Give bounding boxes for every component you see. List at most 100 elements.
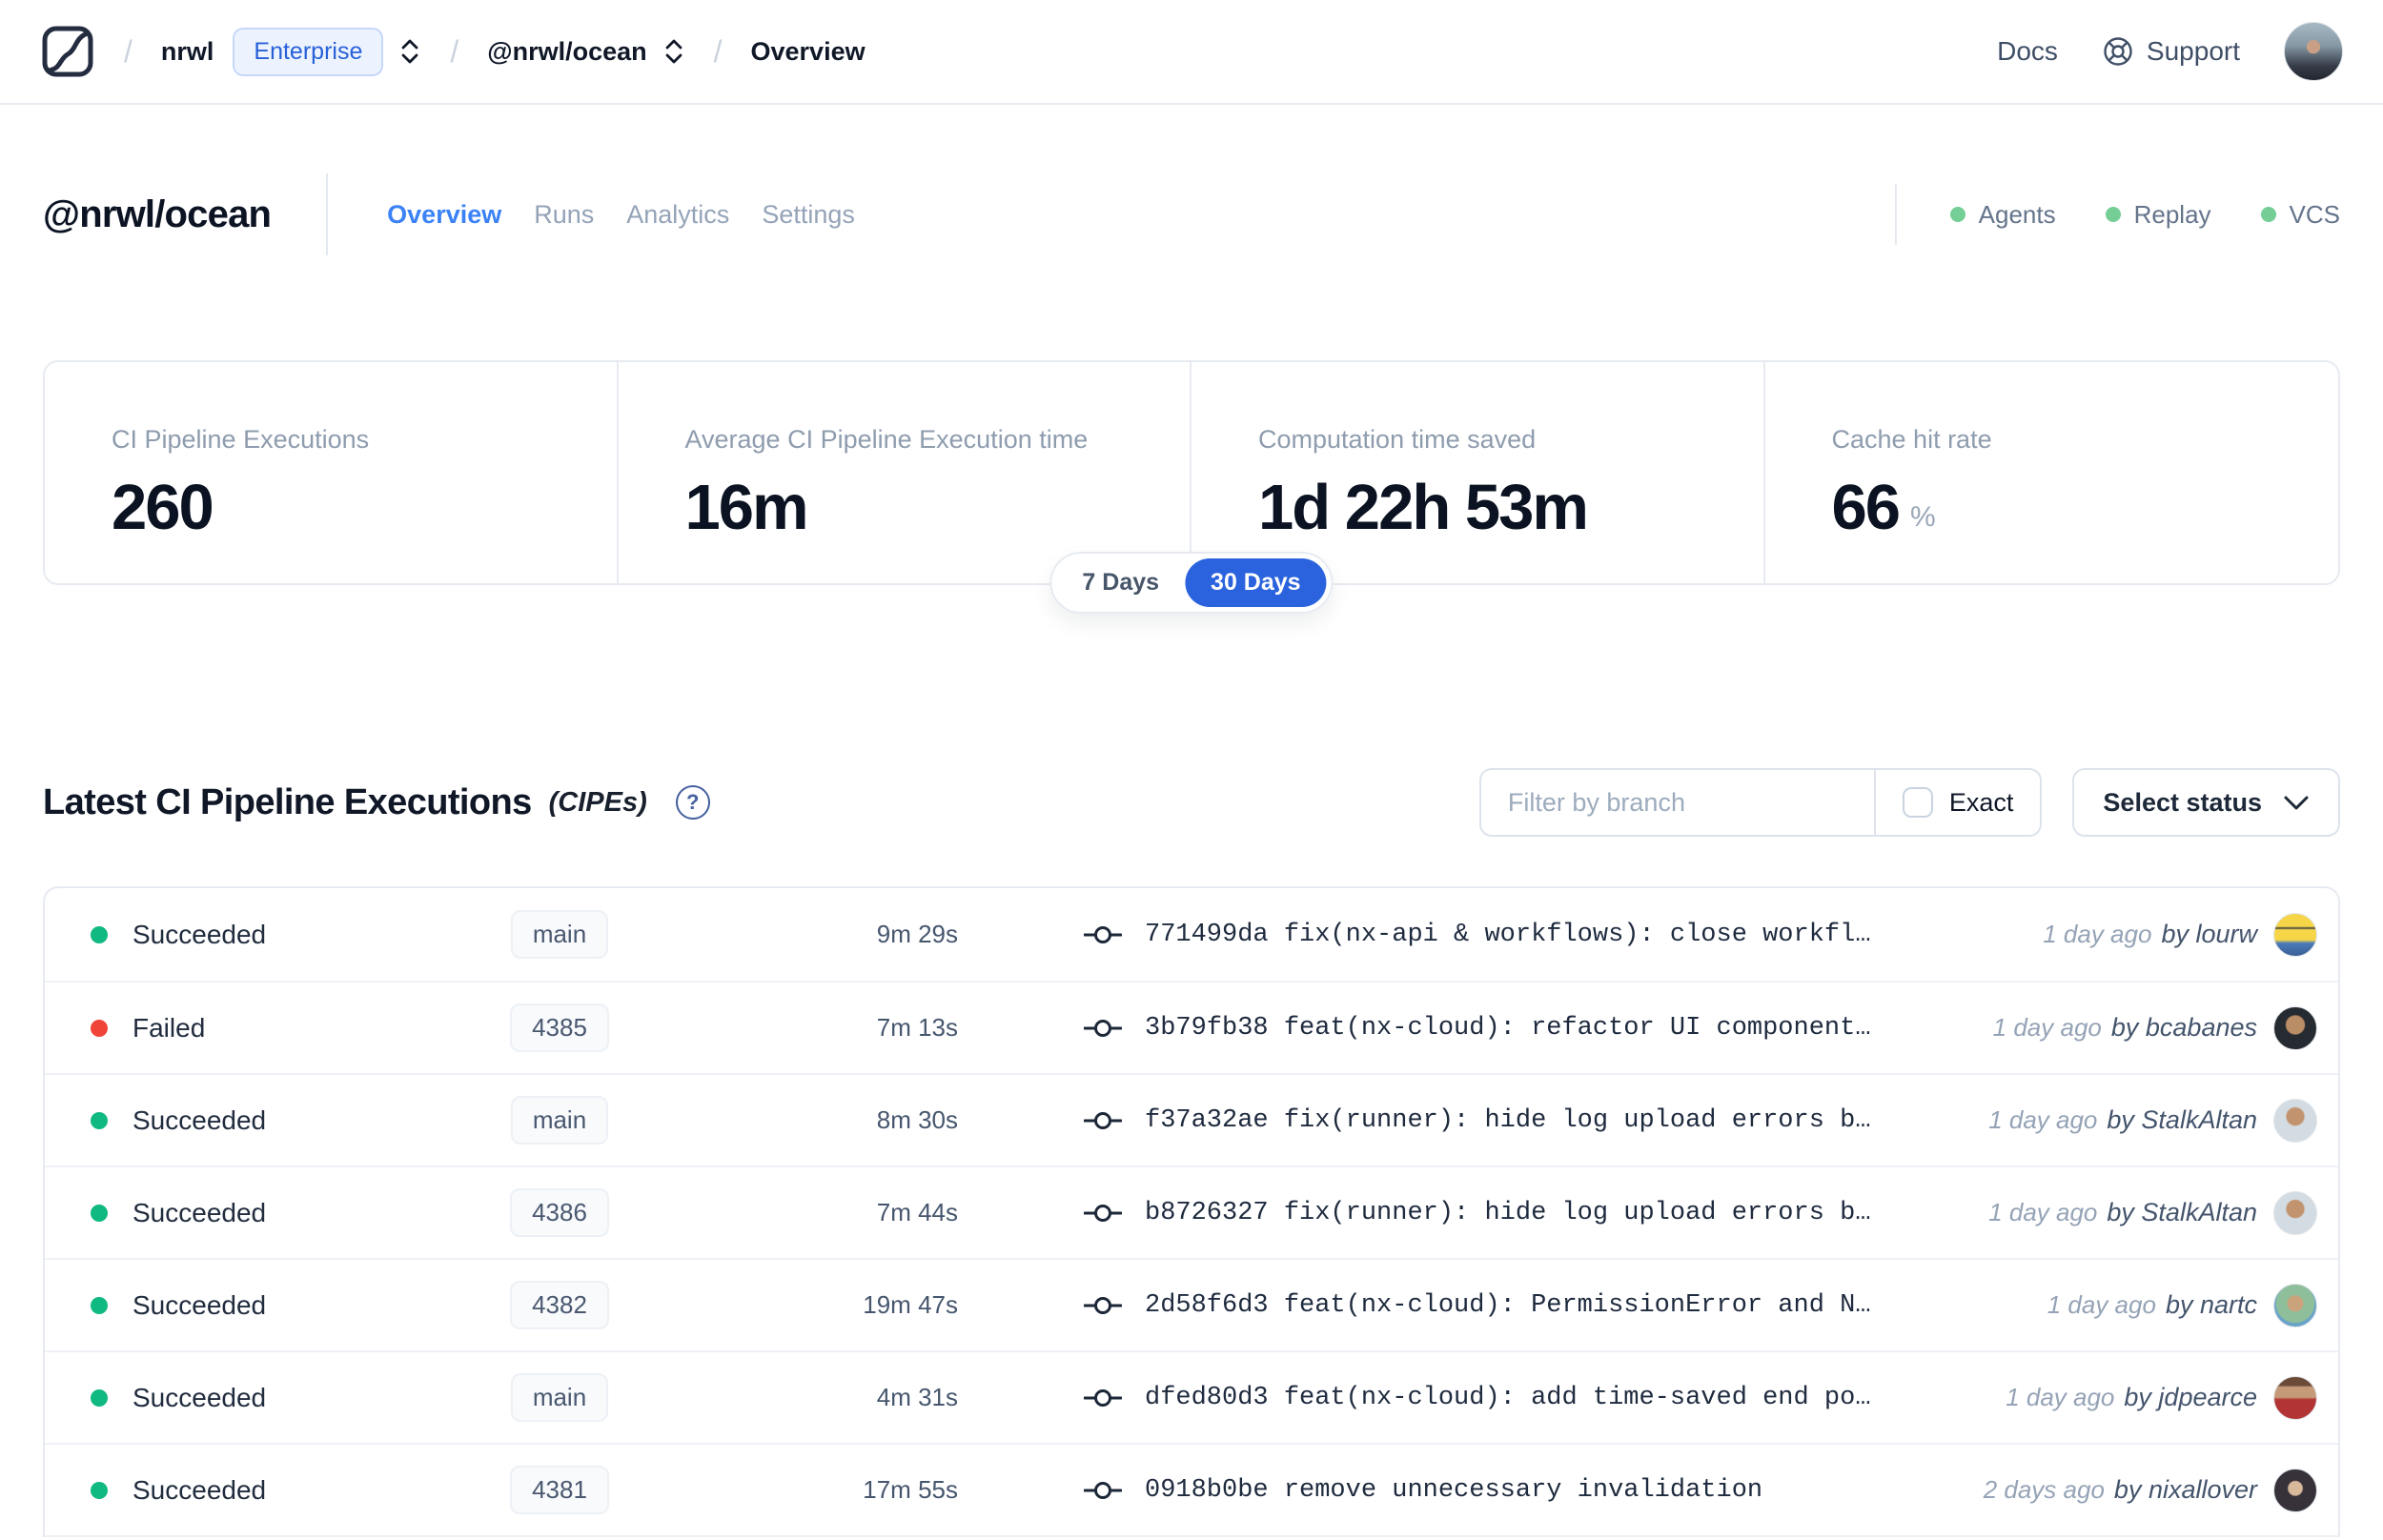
tab-settings[interactable]: Settings	[762, 200, 855, 230]
support-link[interactable]: Support	[2102, 35, 2240, 68]
stat-label: CI Pipeline Executions	[112, 425, 370, 454]
meta-cell: 1 day ago by StalkAltan	[1988, 1190, 2317, 1235]
status-label: Failed	[132, 1012, 206, 1043]
git-commit-icon	[1084, 1019, 1122, 1037]
author-avatar	[2273, 912, 2317, 957]
enterprise-badge[interactable]: Enterprise	[233, 27, 384, 76]
commit-cell: b8726327 fix(runner): hide log upload er…	[1084, 1199, 1988, 1227]
tab-runs[interactable]: Runs	[534, 200, 594, 230]
author-avatar	[2273, 1190, 2317, 1235]
status-cell: Succeeded	[91, 1290, 426, 1321]
branch-badge: main	[510, 910, 609, 959]
commit-link[interactable]: f37a32ae fix(runner): hide log upload er…	[1145, 1106, 1871, 1135]
commit-link[interactable]: 3b79fb38 feat(nx-cloud): refactor UI com…	[1145, 1014, 1871, 1043]
status-dot	[2105, 207, 2121, 222]
workspace-selector-chevrons-icon[interactable]	[662, 37, 685, 66]
breadcrumb-separator: /	[124, 33, 132, 69]
author-avatar	[2273, 1375, 2317, 1420]
table-row[interactable]: Succeeded main 4m 31s dfed80d3 feat(nx-c…	[45, 1350, 2338, 1443]
commit-link[interactable]: b8726327 fix(runner): hide log upload er…	[1145, 1199, 1871, 1227]
exact-checkbox[interactable]	[1902, 787, 1933, 818]
table-row[interactable]: Succeeded 4381 17m 55s 0918b0be remove u…	[45, 1443, 2338, 1535]
commit-cell: f37a32ae fix(runner): hide log upload er…	[1084, 1106, 1988, 1135]
docs-link[interactable]: Docs	[1997, 36, 2058, 67]
stat-card-cache-hit-rate: Cache hit rate 66 %	[1765, 362, 2339, 583]
service-agents[interactable]: Agents	[1949, 199, 2056, 230]
time-label: 1 day ago	[2047, 1290, 2156, 1319]
commit-link[interactable]: 2d58f6d3 feat(nx-cloud): PermissionError…	[1145, 1291, 1871, 1320]
stats-section: CI Pipeline Executions 260 Average CI Pi…	[43, 360, 2340, 614]
stat-value: 1d 22h 53m	[1258, 472, 1589, 543]
service-label: VCS	[2289, 199, 2340, 229]
author-label: by StalkAltan	[2107, 1105, 2257, 1134]
date-range-toggle: 7 Days 30 Days	[1049, 552, 1334, 614]
table-row[interactable]: Failed 4385 7m 13s 3b79fb38 feat(nx-clou…	[45, 981, 2338, 1073]
git-commit-icon	[1084, 1204, 1122, 1222]
range-30-days-button[interactable]: 30 Days	[1185, 558, 1327, 607]
branch-cell: 4385	[426, 1003, 693, 1052]
stat-card-time-saved: Computation time saved 1d 22h 53m	[1192, 362, 1765, 583]
status-label: Succeeded	[132, 919, 267, 949]
exact-filter: Exact	[1873, 770, 2041, 835]
stat-card-cipe-count: CI Pipeline Executions 260	[45, 362, 619, 583]
status-select-button[interactable]: Select status	[2072, 768, 2340, 837]
duration-label: 17m 55s	[863, 1475, 958, 1504]
nx-cloud-logo-icon[interactable]	[40, 24, 95, 79]
workspace-header: @nrwl/ocean Overview Runs Analytics Sett…	[0, 173, 2383, 255]
duration-label: 8m 30s	[876, 1105, 958, 1134]
git-commit-icon	[1084, 1111, 1122, 1129]
branch-badge: main	[510, 1096, 609, 1145]
workspace-crumb[interactable]: @nrwl/ocean	[487, 37, 646, 67]
status-cell: Succeeded	[91, 1475, 426, 1506]
table-row[interactable]: Succeeded 4382 19m 47s 2d58f6d3 feat(nx-…	[45, 1258, 2338, 1350]
branch-badge: 4382	[510, 1281, 609, 1329]
status-dot	[2260, 207, 2276, 222]
stat-value: 260	[112, 472, 214, 543]
breadcrumb-separator: /	[450, 33, 459, 69]
status-dot	[91, 1204, 108, 1222]
commit-cell: 771499da fix(nx-api & workflows): close …	[1084, 921, 2043, 949]
status-dot	[1949, 207, 1965, 222]
branch-cell: main	[426, 910, 693, 959]
exact-label: Exact	[1948, 787, 2014, 817]
page-crumb[interactable]: Overview	[751, 37, 866, 67]
branch-cell: main	[426, 1373, 693, 1422]
meta-cell: 2 days ago by nixallover	[1984, 1468, 2317, 1512]
author-avatar	[2273, 1005, 2317, 1050]
service-vcs[interactable]: VCS	[2260, 199, 2340, 230]
user-avatar[interactable]	[2284, 22, 2343, 81]
chevron-down-icon	[2284, 796, 2309, 809]
breadcrumb-separator: /	[713, 33, 723, 69]
duration-label: 7m 13s	[876, 1013, 958, 1042]
service-label: Agents	[1978, 199, 2056, 229]
service-replay[interactable]: Replay	[2105, 200, 2211, 230]
cipes-title-suffix: (CIPEs)	[548, 786, 647, 818]
table-row[interactable]: Succeeded 4386 7m 44s b8726327 fix(runne…	[45, 1165, 2338, 1258]
org-selector-chevrons-icon[interactable]	[398, 37, 421, 66]
org-crumb[interactable]: nrwl	[161, 37, 214, 67]
stat-suffix: %	[1910, 501, 1936, 533]
commit-link[interactable]: dfed80d3 feat(nx-cloud): add time-saved …	[1145, 1384, 1871, 1412]
status-label: Succeeded	[132, 1197, 267, 1227]
table-row[interactable]: Succeeded main 8m 30s f37a32ae fix(runne…	[45, 1073, 2338, 1165]
tab-overview[interactable]: Overview	[387, 200, 501, 230]
workspace-title: @nrwl/ocean	[43, 192, 272, 235]
commit-link[interactable]: 771499da fix(nx-api & workflows): close …	[1145, 921, 1871, 949]
branch-filter-input[interactable]	[1480, 770, 1874, 835]
range-7-days-button[interactable]: 7 Days	[1056, 558, 1185, 607]
time-label: 1 day ago	[1992, 1013, 2102, 1042]
table-row[interactable]: Succeeded main 9m 29s 771499da fix(nx-ap…	[45, 888, 2338, 981]
status-dot	[91, 1019, 108, 1037]
meta-cell: 1 day ago by bcabanes	[1992, 1005, 2317, 1050]
git-commit-icon	[1084, 1481, 1122, 1499]
author-label: by lourw	[2161, 920, 2257, 948]
commit-cell: 3b79fb38 feat(nx-cloud): refactor UI com…	[1084, 1014, 1993, 1043]
tab-analytics[interactable]: Analytics	[626, 200, 729, 230]
branch-badge: 4385	[510, 1003, 609, 1052]
help-icon[interactable]: ?	[675, 785, 710, 820]
branch-badge: 4381	[510, 1466, 609, 1514]
author-label: by jdpearce	[2124, 1383, 2257, 1411]
commit-link[interactable]: 0918b0be remove unnecessary invalidation	[1145, 1476, 1762, 1505]
stat-label: Cache hit rate	[1831, 425, 1992, 454]
lifebuoy-icon	[2104, 37, 2132, 66]
